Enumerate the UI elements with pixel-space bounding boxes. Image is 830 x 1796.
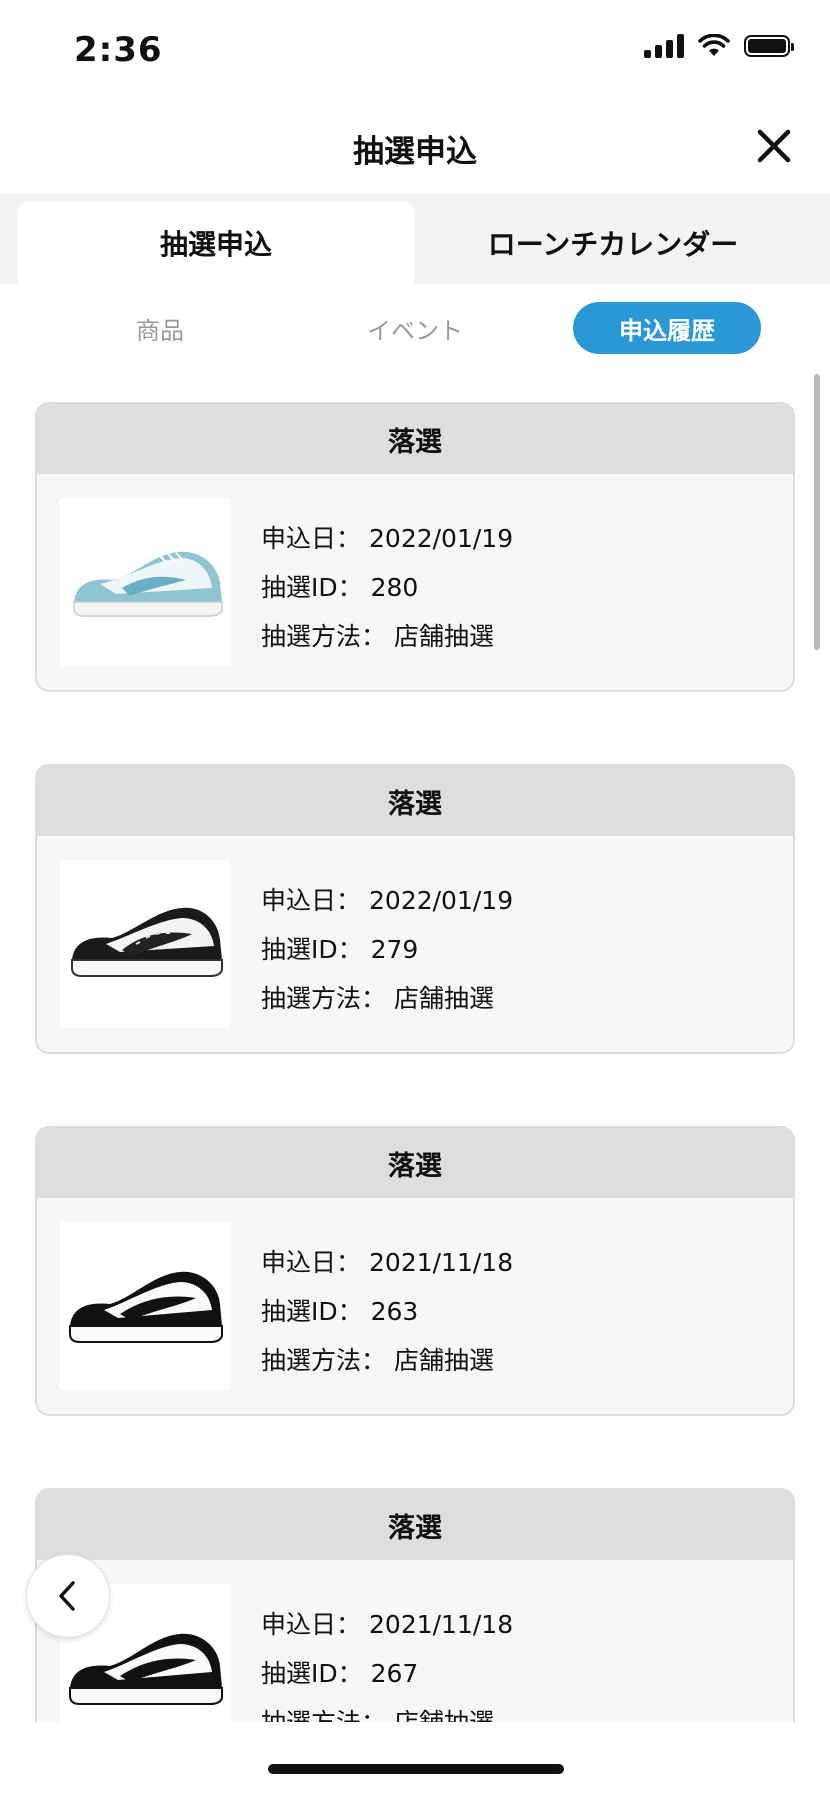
main-tab-bar: 抽選申込 ローンチカレンダー [0,194,830,284]
back-button[interactable] [26,1554,110,1638]
date-label: 申込日： [261,886,362,915]
status-bar: 2:36 [0,0,830,100]
entry-card[interactable]: 落選 申込日： 2022/01/19 抽選ID： 280 抽選方法： 店舗抽選 [35,402,795,692]
cellular-signal-icon [644,34,684,58]
entry-card[interactable]: 落選 申込日：2021/11/18 抽選ID：267 抽選方法： 店舗抽選 [35,1488,795,1722]
entry-date: 2022/01/19 [369,524,514,553]
wifi-icon [698,34,730,56]
home-indicator [268,1764,564,1774]
subtab-events[interactable]: イベント [340,302,490,354]
entry-status: 落選 [37,1128,793,1198]
entry-list[interactable]: 落選 申込日： 2022/01/19 抽選ID： 280 抽選方法： 店舗抽選 落選 [0,370,830,1722]
entry-status: 落選 [37,1490,793,1560]
entry-id: 280 [370,573,419,602]
battery-icon [744,35,794,57]
entry-method: 店舗抽選 [394,1708,494,1722]
header: 抽選申込 [0,100,830,194]
entry-method: 店舗抽選 [394,622,495,651]
entry-method: 店舗抽選 [394,984,495,1013]
id-label: 抽選ID： [261,935,363,964]
id-label: 抽選ID： [261,1297,363,1326]
date-label: 申込日： [261,1610,362,1639]
method-label: 抽選方法： [261,984,387,1013]
entry-status: 落選 [37,766,793,836]
entry-card[interactable]: 落選 申込日： 2021/11/18 抽選ID： 263 抽選方法： 店舗抽選 [35,1126,795,1416]
entry-date: 2021/11/18 [369,1248,514,1277]
id-label: 抽選ID： [261,1659,363,1688]
entry-id: 267 [370,1659,419,1688]
entry-id: 279 [370,935,419,964]
chevron-left-icon [59,1581,75,1611]
entry-info: 申込日： 2022/01/19 抽選ID： 280 抽選方法： 店舗抽選 [261,514,521,661]
subtab-history[interactable]: 申込履歴 [573,302,761,354]
tab-lottery-apply[interactable]: 抽選申込 [18,202,414,284]
sneaker-image [60,1222,230,1390]
entry-card[interactable]: 落選 申込日： 2022/01/19 抽選ID： 279 抽選方法： 店舗抽選 [35,764,795,1054]
sneaker-image [60,498,230,666]
entry-method: 店舗抽選 [394,1346,495,1375]
method-label: 抽選方法： [261,1708,386,1722]
scrollbar[interactable] [814,374,820,650]
subtab-products[interactable]: 商品 [90,302,230,354]
entry-info: 申込日：2021/11/18 抽選ID：267 抽選方法： 店舗抽選 [261,1600,521,1722]
entry-info: 申込日： 2021/11/18 抽選ID： 263 抽選方法： 店舗抽選 [261,1238,521,1385]
status-icons [644,34,794,58]
method-label: 抽選方法： [261,622,387,651]
date-label: 申込日： [261,1248,362,1277]
tab-launch-calendar[interactable]: ローンチカレンダー [414,202,812,284]
entry-date: 2021/11/18 [369,1610,514,1639]
entry-id: 263 [370,1297,419,1326]
date-label: 申込日： [261,524,362,553]
page-title: 抽選申込 [353,134,477,170]
status-time: 2:36 [74,30,163,70]
sub-tab-bar: 商品 イベント 申込履歴 [0,284,830,370]
id-label: 抽選ID： [261,573,363,602]
entry-date: 2022/01/19 [369,886,514,915]
entry-status: 落選 [37,404,793,474]
close-button[interactable] [752,124,796,168]
entry-info: 申込日： 2022/01/19 抽選ID： 279 抽選方法： 店舗抽選 [261,876,521,1023]
method-label: 抽選方法： [261,1346,387,1375]
sneaker-image [60,860,230,1028]
close-icon [757,129,791,163]
